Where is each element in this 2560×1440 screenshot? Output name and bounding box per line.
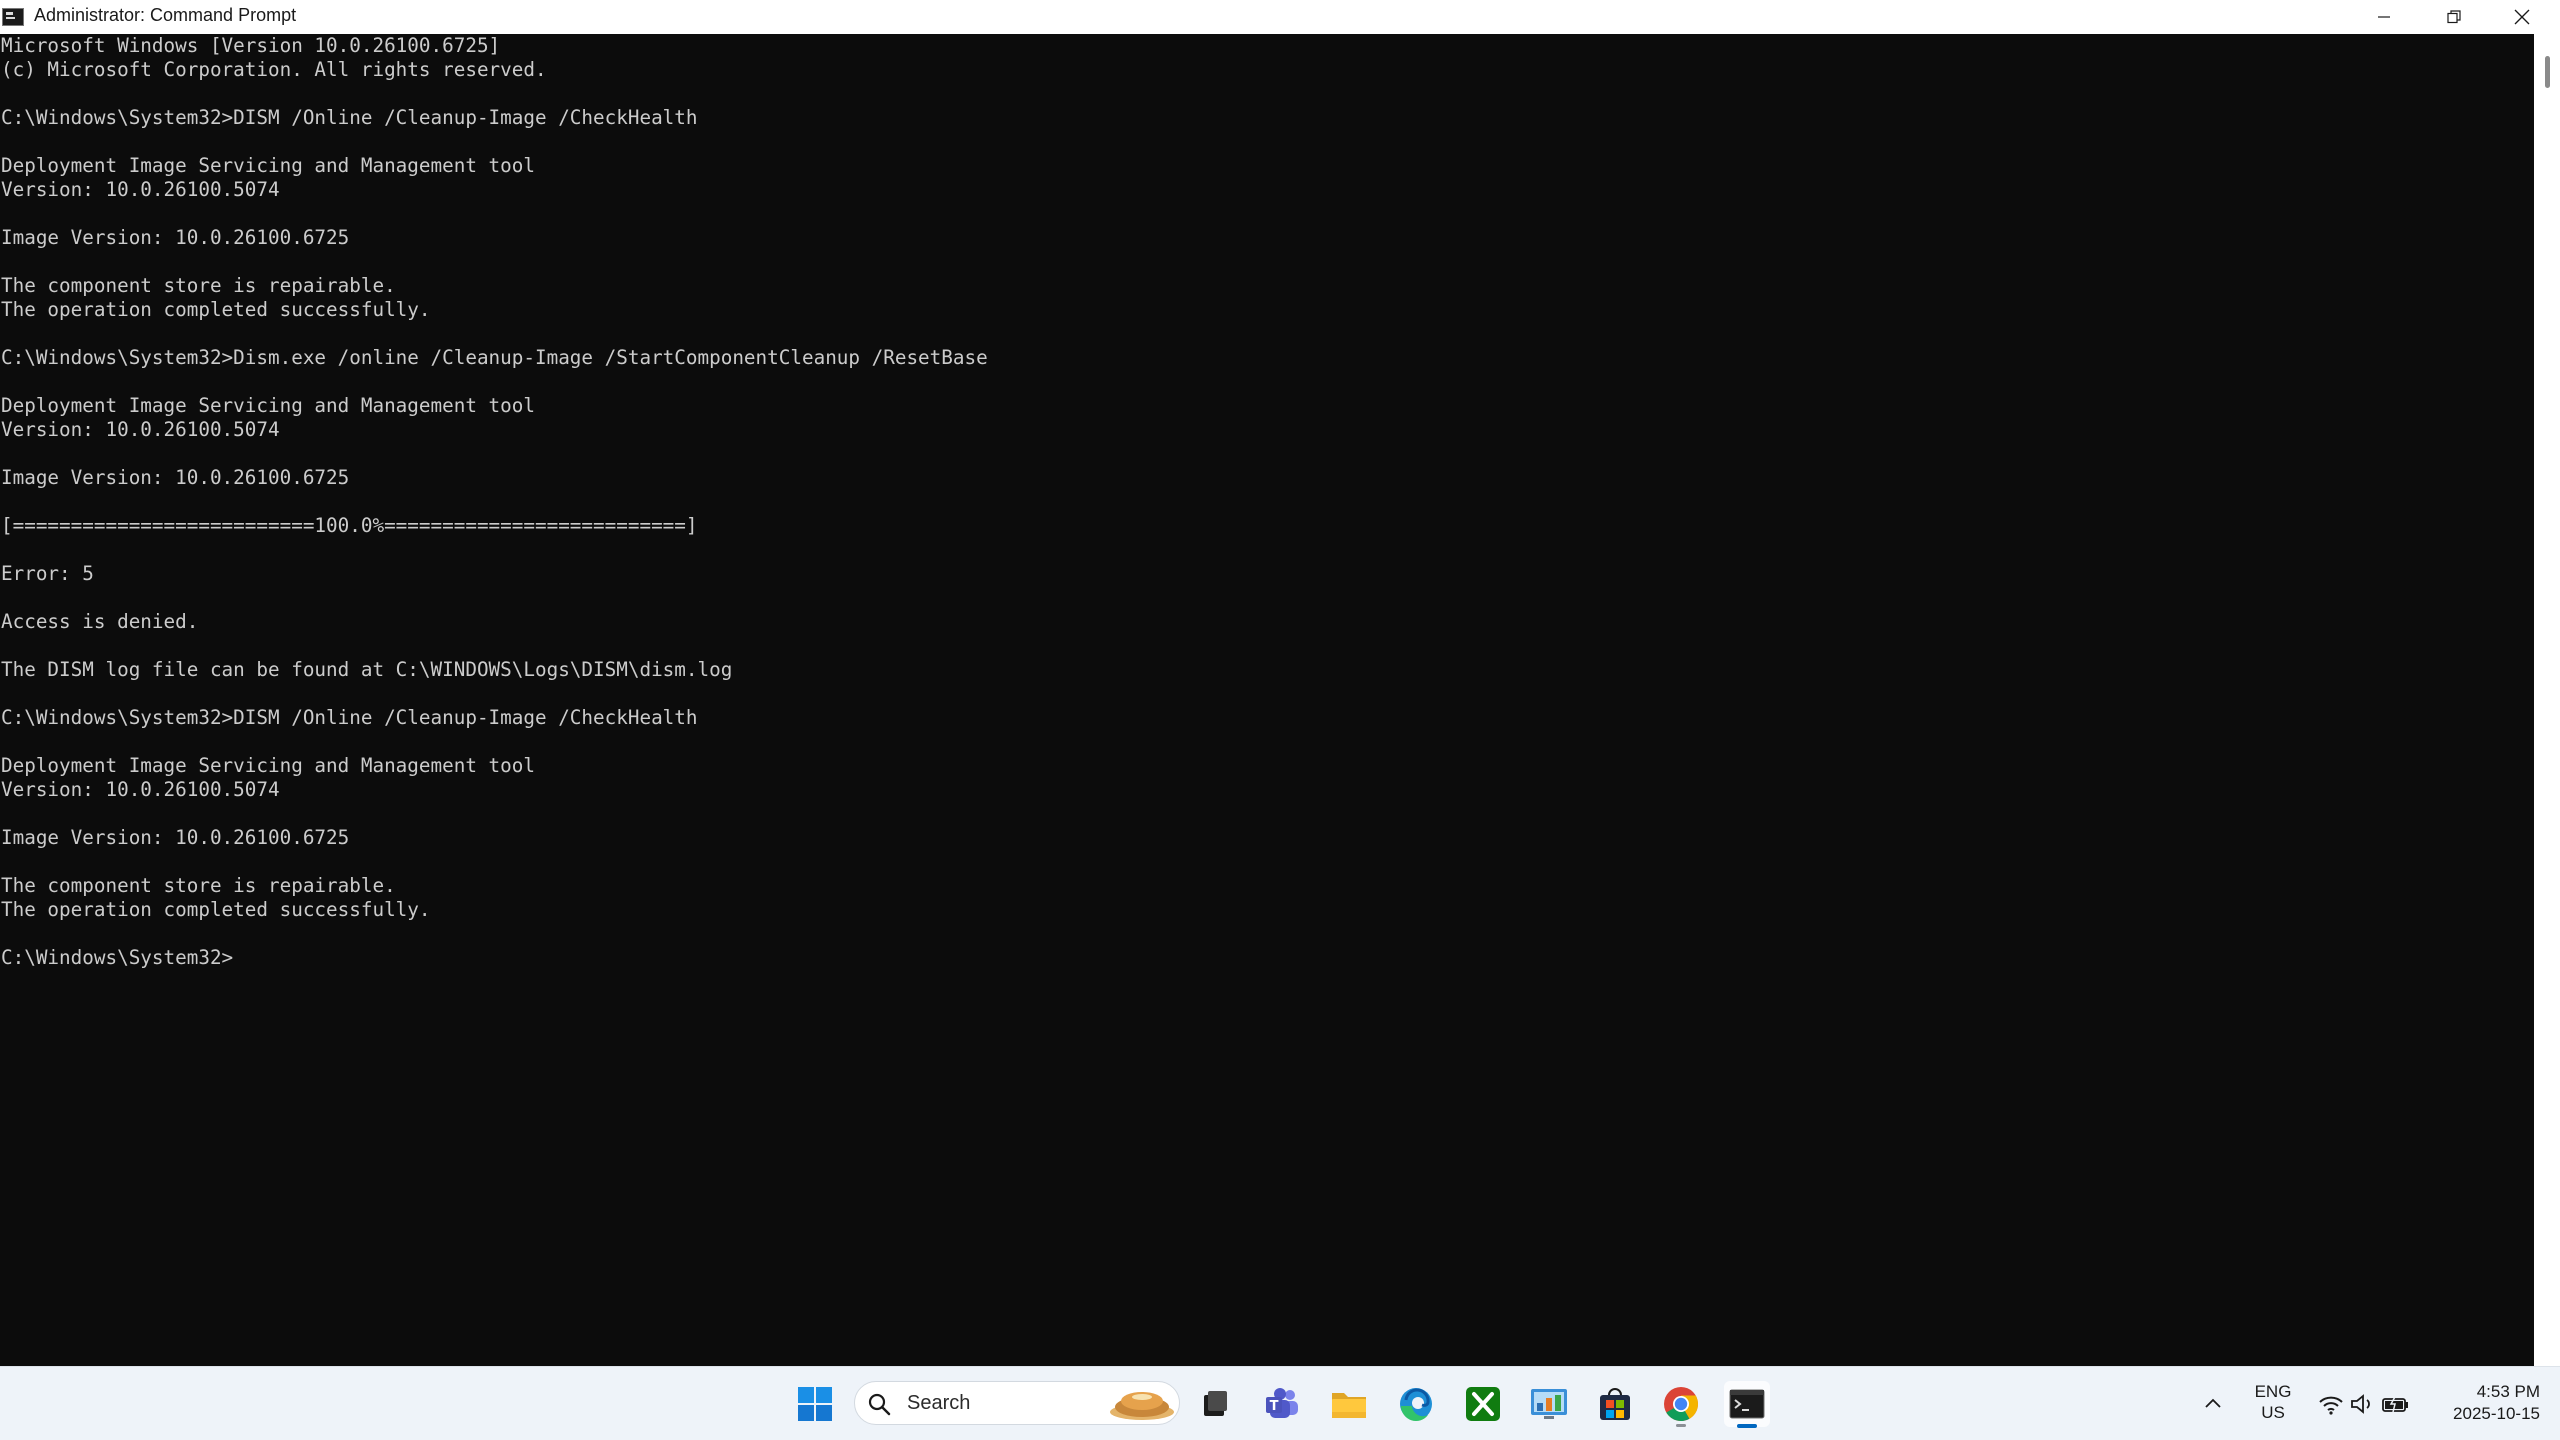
minimize-icon [2378,16,2390,18]
taskbar-search[interactable]: Search [854,1381,1180,1425]
cmd-icon [2,8,24,26]
close-icon [2514,9,2530,25]
window-title: Administrator: Command Prompt [34,5,297,25]
chrome-running-indicator [1676,1424,1686,1427]
show-hidden-icons-button[interactable] [2193,1381,2233,1427]
command-prompt-active-indicator [1737,1424,1757,1428]
start-button[interactable] [792,1381,838,1427]
command-prompt-icon [1729,1389,1765,1419]
battery-icon [2382,1394,2408,1413]
console-output[interactable]: Microsoft Windows [Version 10.0.26100.67… [0,34,2534,1366]
clock-time: 4:53 PM [2476,1382,2540,1401]
wifi-icon [2319,1396,2343,1415]
restore-button[interactable] [2420,0,2488,34]
control-panel-icon [1531,1389,1567,1419]
taskbar-teams[interactable]: T [1259,1381,1305,1427]
chrome-icon [1664,1387,1698,1421]
console-text: Microsoft Windows [Version 10.0.26100.67… [1,34,988,969]
region-code: US [2261,1403,2285,1422]
taskbar-xbox[interactable] [1460,1381,1506,1427]
taskbar-task-view[interactable] [1192,1381,1238,1427]
start-icon [798,1387,832,1421]
taskbar-command-prompt[interactable] [1724,1381,1770,1428]
vertical-scrollbar[interactable] [2534,34,2560,1366]
taskbar-store[interactable] [1592,1381,1638,1427]
quick-settings-button[interactable] [2308,1383,2420,1425]
minimize-button[interactable] [2350,0,2418,34]
chevron-up-icon [2205,1398,2221,1408]
task-view-icon [1204,1391,1227,1416]
title-bar[interactable]: Administrator: Command Prompt [0,0,2560,34]
clock-date: 2025-10-15 [2453,1404,2540,1423]
search-icon [868,1393,891,1416]
edge-icon [1400,1388,1432,1421]
language-code: ENG [2254,1382,2292,1401]
svg-text:T: T [1270,1399,1279,1414]
taskbar-clock[interactable]: 4:53 PM 2025-10-15 [2424,1381,2540,1425]
volume-icon [2351,1394,2370,1414]
store-icon [1600,1388,1630,1420]
xbox-icon [1466,1387,1500,1421]
taskbar-control-panel[interactable] [1526,1381,1572,1427]
restore-icon [2447,10,2461,24]
taskbar-chrome[interactable] [1658,1381,1704,1427]
file-explorer-icon [1332,1393,1366,1418]
taskbar: Search T ENG US 4:53 PM 2025-10-15 [0,1366,2560,1440]
search-highlight-icon [1110,1392,1174,1420]
close-button[interactable] [2488,0,2556,34]
taskbar-file-explorer[interactable] [1326,1381,1372,1427]
scrollbar-thumb[interactable] [2545,56,2550,88]
search-label: Search [907,1392,971,1414]
teams-icon: T [1266,1388,1298,1418]
language-indicator[interactable]: ENG US [2252,1381,2294,1423]
taskbar-edge[interactable] [1393,1381,1439,1427]
